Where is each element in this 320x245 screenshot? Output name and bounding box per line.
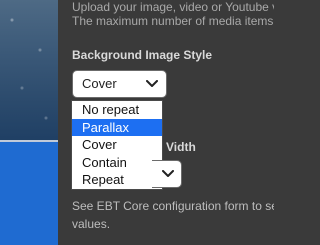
config-note-line2: values. <box>72 217 111 231</box>
option-parallax[interactable]: Parallax <box>72 118 162 136</box>
config-note-line1: See EBT Core configuration form to se <box>72 199 274 213</box>
width-label: Vidth <box>166 140 196 154</box>
blue-panel <box>0 142 58 245</box>
config-note: See EBT Core configuration form to se va… <box>72 197 274 233</box>
form-content: Upload your image, video or Youtube v Th… <box>58 0 274 245</box>
chevron-down-icon <box>145 71 159 97</box>
background-style-selected-value: Cover <box>82 76 117 91</box>
option-no-repeat[interactable]: No repeat <box>72 101 162 119</box>
background-photo-preview <box>0 0 58 142</box>
background-style-select[interactable]: Cover <box>72 70 167 98</box>
settings-panel: Upload your image, video or Youtube v Th… <box>0 0 274 245</box>
option-cover[interactable]: Cover <box>72 136 162 154</box>
chevron-down-icon <box>161 161 175 187</box>
upload-description: Upload your image, video or Youtube v <box>72 0 274 14</box>
max-items-description: The maximum number of media items <box>72 14 274 28</box>
background-style-dropdown[interactable]: No repeat Parallax Cover Contain Repeat <box>71 100 163 190</box>
option-contain[interactable]: Contain <box>72 154 162 172</box>
option-repeat[interactable]: Repeat <box>72 171 162 189</box>
width-select[interactable] <box>152 160 182 188</box>
background-style-label: Background Image Style <box>72 48 213 62</box>
